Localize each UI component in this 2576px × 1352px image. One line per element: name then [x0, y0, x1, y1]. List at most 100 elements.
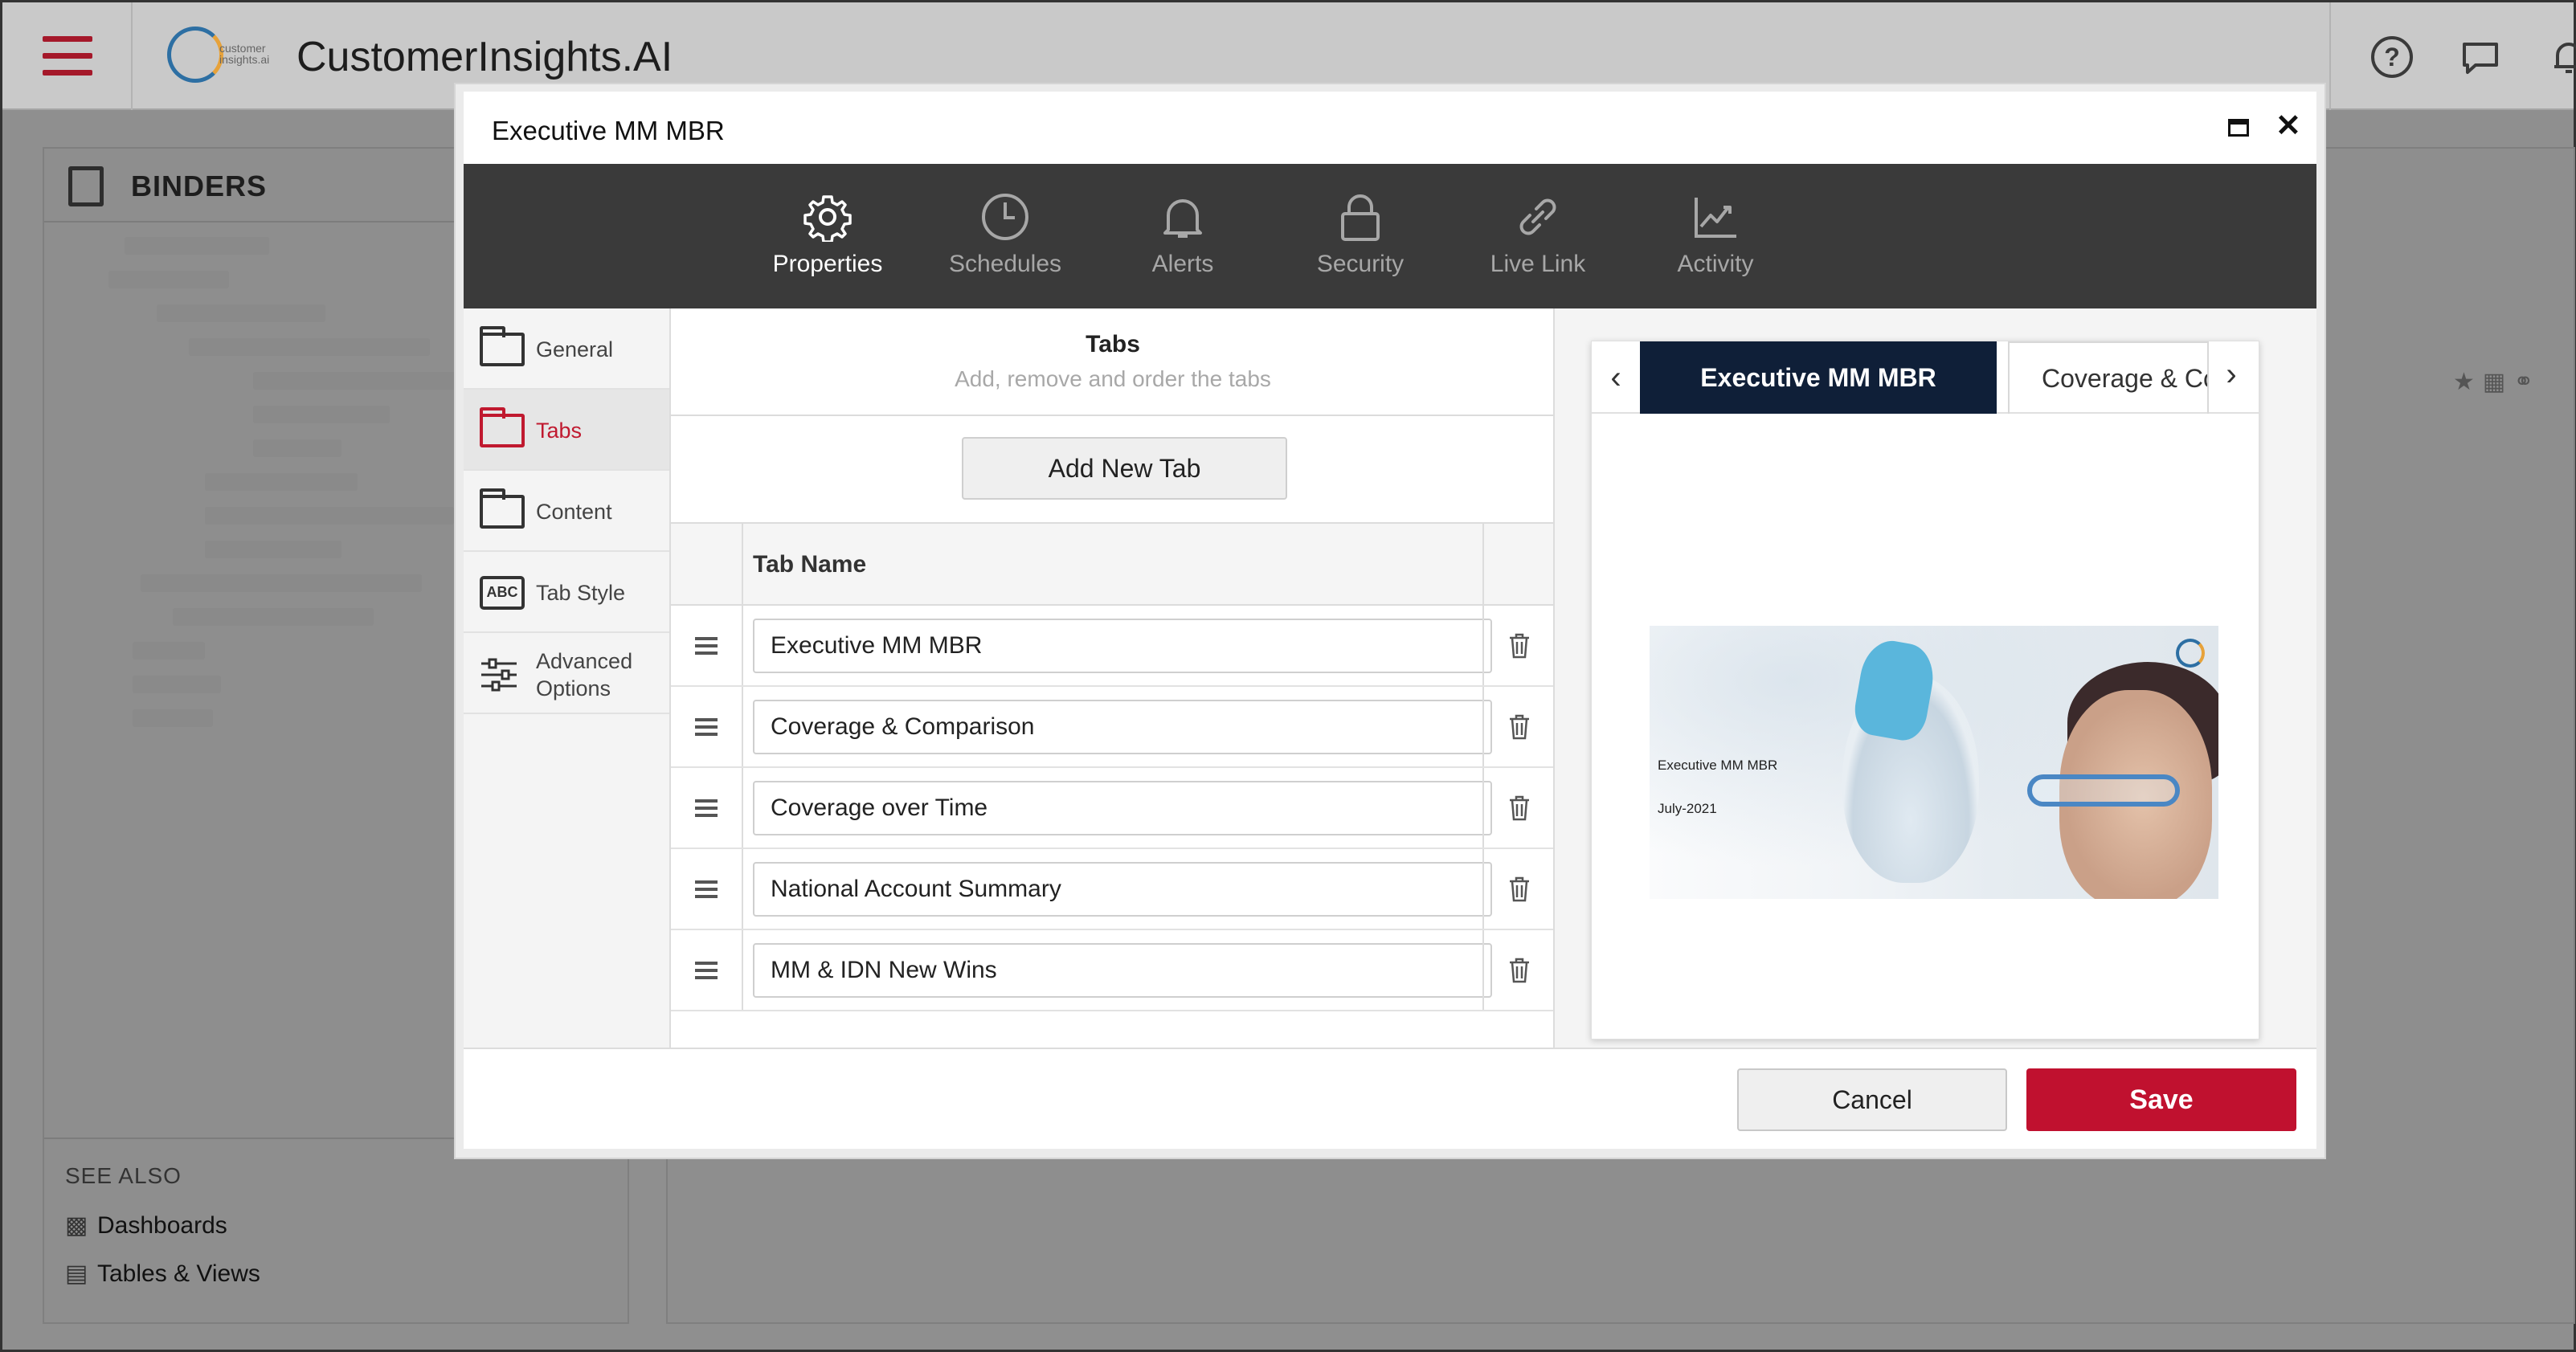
tool-live-link[interactable]: Live Link — [1458, 188, 1618, 278]
help-icon[interactable]: ? — [2371, 36, 2413, 78]
add-new-tab-button[interactable]: Add New Tab — [962, 437, 1287, 500]
sidenav-item-tab-style[interactable]: ABC Tab Style — [464, 552, 669, 633]
drag-handle-icon[interactable] — [671, 687, 743, 766]
tool-alerts[interactable]: Alerts — [1102, 188, 1263, 278]
tool-label: Properties — [772, 251, 883, 277]
drag-handle-icon[interactable] — [671, 930, 743, 1010]
dialog-footer: Cancel Save — [464, 1048, 2316, 1149]
drag-handle-icon[interactable] — [671, 849, 743, 929]
hamburger-menu-icon[interactable] — [43, 36, 92, 76]
slide-date: July-2021 — [1658, 801, 1717, 816]
add-tab-bar: Add New Tab — [671, 416, 1555, 524]
slide-logo — [2176, 639, 2205, 668]
sidenav-item-advanced-options[interactable]: Advanced Options — [464, 633, 669, 714]
tool-label: Security — [1316, 251, 1405, 277]
see-also-tables-views[interactable]: ▤ Tables & Views — [65, 1260, 260, 1288]
trash-icon[interactable] — [1482, 930, 1555, 1010]
preview-tab-strip: ‹ Executive MM MBR Coverage & Cc › — [1592, 341, 2259, 414]
editor-title: Tabs — [1086, 331, 1140, 357]
delete-column-header — [1482, 524, 1555, 604]
tabs-grid-header: Tab Name — [671, 524, 1555, 606]
trash-icon[interactable] — [1482, 606, 1555, 685]
tool-schedules[interactable]: Schedules — [925, 188, 1086, 278]
preview-card: ‹ Executive MM MBR Coverage & Cc › Execu… — [1591, 341, 2259, 1040]
link-icon — [1458, 188, 1618, 246]
dialog-title: Executive MM MBR — [492, 116, 725, 145]
notifications-icon[interactable] — [2548, 36, 2576, 78]
tab-name-input[interactable] — [753, 943, 1492, 998]
app-title: CustomerInsights.AI — [296, 34, 673, 80]
see-also-dashboards[interactable]: ▩ Dashboards — [65, 1211, 227, 1240]
drag-handle-icon[interactable] — [671, 606, 743, 685]
save-button[interactable]: Save — [2026, 1068, 2296, 1131]
binders-title: BINDERS — [131, 170, 268, 202]
trash-icon[interactable] — [1482, 849, 1555, 929]
see-also-title: SEE ALSO — [65, 1163, 182, 1188]
sidenav-label: Advanced Options — [536, 649, 633, 701]
trash-icon[interactable] — [1482, 768, 1555, 848]
divider — [2329, 2, 2331, 110]
bell-icon — [1102, 188, 1263, 246]
tool-properties[interactable]: Properties — [747, 188, 908, 278]
chevron-left-icon[interactable]: ‹ — [1600, 357, 1632, 398]
tool-label: Alerts — [1151, 251, 1214, 277]
properties-sidenav: General Tabs Content ABC Tab Style Advan… — [464, 308, 671, 1048]
row-action-icons: ★▦⚭ — [2453, 369, 2542, 395]
table-row — [671, 930, 1555, 1011]
sidenav-label: Tabs — [536, 419, 583, 443]
maximize-icon[interactable] — [2228, 119, 2249, 137]
tab-name-input[interactable] — [753, 862, 1492, 917]
close-icon[interactable]: ✕ — [2275, 108, 2301, 144]
sidenav-item-tabs[interactable]: Tabs — [464, 390, 669, 471]
sidenav-item-content[interactable]: Content — [464, 471, 669, 552]
tabs-editor: Tabs Add, remove and order the tabs Add … — [671, 308, 1555, 1048]
chevron-right-icon[interactable]: › — [2215, 354, 2247, 394]
table-row — [671, 606, 1555, 687]
sidenav-label: Content — [536, 500, 612, 524]
tab-name-input[interactable] — [753, 700, 1492, 754]
tool-label: Live Link — [1490, 251, 1586, 277]
preview-tab-active[interactable]: Executive MM MBR — [1640, 341, 1997, 414]
tab-name-input[interactable] — [753, 781, 1492, 835]
sidenav-label: General — [536, 337, 614, 361]
sidenav-item-general[interactable]: General — [464, 308, 669, 390]
lock-icon — [1280, 188, 1441, 246]
binder-properties-dialog: Executive MM MBR ✕ Properties Schedules … — [464, 92, 2316, 1149]
tool-security[interactable]: Security — [1280, 188, 1441, 278]
folder-icon — [480, 488, 525, 529]
chat-icon[interactable] — [2459, 36, 2501, 78]
folder-icon — [480, 407, 525, 447]
logo-text: customer insights.ai — [219, 42, 270, 66]
activity-chart-icon — [1635, 188, 1796, 246]
tool-label: Schedules — [948, 251, 1062, 277]
sliders-icon — [480, 657, 525, 692]
see-also-section: SEE ALSO ▩ Dashboards ▤ Tables & Views — [44, 1138, 628, 1322]
sidenav-label: Tab Style — [536, 581, 626, 605]
tool-activity[interactable]: Activity — [1635, 188, 1796, 278]
tab-name-input[interactable] — [753, 619, 1492, 673]
book-icon — [68, 166, 104, 206]
table-row — [671, 687, 1555, 768]
divider — [131, 2, 133, 110]
slide-title: Executive MM MBR — [1658, 758, 1778, 773]
preview-slide-image: Executive MM MBR July-2021 — [1650, 626, 2218, 899]
binder-tree — [92, 237, 510, 880]
see-also-label: Tables & Views — [97, 1260, 260, 1287]
drag-handle-icon[interactable] — [671, 768, 743, 848]
folder-icon — [480, 326, 525, 366]
tool-label: Activity — [1677, 251, 1754, 277]
database-icon: ▤ — [65, 1260, 88, 1287]
app-logo — [167, 27, 223, 83]
preview-area: ‹ Executive MM MBR Coverage & Cc › Execu… — [1555, 308, 2316, 1048]
gear-icon — [747, 188, 908, 246]
see-also-label: Dashboards — [97, 1212, 227, 1239]
tab-name-column-header: Tab Name — [753, 551, 867, 578]
trash-icon[interactable] — [1482, 687, 1555, 766]
properties-toolbar: Properties Schedules Alerts Security Liv… — [464, 164, 2316, 308]
preview-tab[interactable]: Coverage & Cc — [2008, 341, 2209, 414]
table-row — [671, 768, 1555, 849]
abc-icon: ABC — [480, 576, 525, 610]
cancel-button[interactable]: Cancel — [1737, 1068, 2007, 1131]
bar-chart-icon: ▩ — [65, 1212, 88, 1239]
clock-icon — [925, 188, 1086, 246]
